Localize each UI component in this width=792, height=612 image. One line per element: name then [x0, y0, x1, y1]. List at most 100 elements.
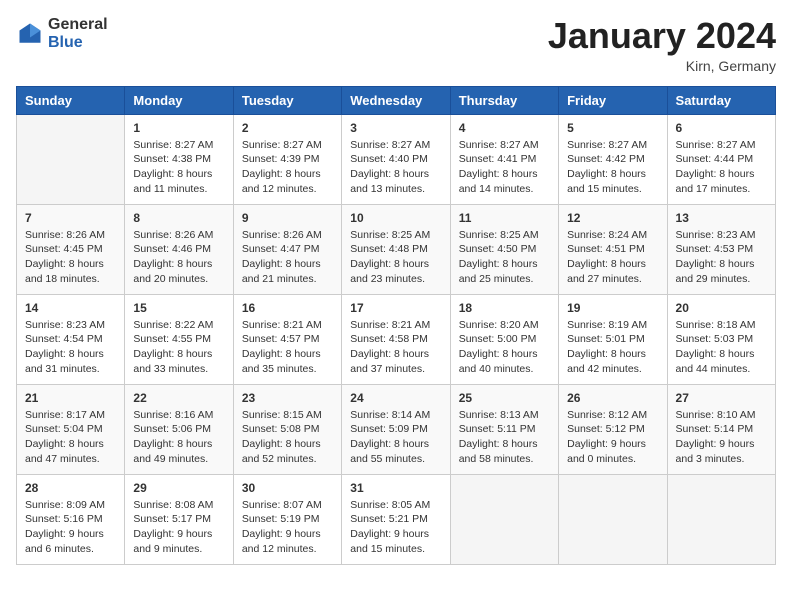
logo-blue: Blue: [48, 34, 83, 51]
day-info: Sunrise: 8:21 AMSunset: 4:58 PMDaylight:…: [350, 318, 441, 377]
weekday-header-row: SundayMondayTuesdayWednesdayThursdayFrid…: [17, 86, 776, 114]
day-info: Sunrise: 8:13 AMSunset: 5:11 PMDaylight:…: [459, 408, 550, 467]
day-number: 17: [350, 301, 441, 315]
month-year: January 2024: [548, 16, 776, 56]
day-info: Sunrise: 8:27 AMSunset: 4:44 PMDaylight:…: [676, 138, 767, 197]
day-number: 14: [25, 301, 116, 315]
day-number: 5: [567, 121, 658, 135]
calendar-cell: 27 Sunrise: 8:10 AMSunset: 5:14 PMDayligh…: [667, 384, 775, 474]
day-info: Sunrise: 8:16 AMSunset: 5:06 PMDaylight:…: [133, 408, 224, 467]
weekday-header-friday: Friday: [559, 86, 667, 114]
calendar-cell: 11 Sunrise: 8:25 AMSunset: 4:50 PMDayligh…: [450, 204, 558, 294]
day-info: Sunrise: 8:27 AMSunset: 4:39 PMDaylight:…: [242, 138, 333, 197]
day-info: Sunrise: 8:26 AMSunset: 4:45 PMDaylight:…: [25, 228, 116, 287]
day-number: 19: [567, 301, 658, 315]
day-info: Sunrise: 8:09 AMSunset: 5:16 PMDaylight:…: [25, 498, 116, 557]
day-info: Sunrise: 8:12 AMSunset: 5:12 PMDaylight:…: [567, 408, 658, 467]
calendar-cell: 14Sunrise: 8:23 AMSunset: 4:54 PMDayligh…: [17, 294, 125, 384]
day-number: 9: [242, 211, 333, 225]
day-number: 29: [133, 481, 224, 495]
calendar-cell: [450, 474, 558, 564]
calendar-cell: 13 Sunrise: 8:23 AMSunset: 4:53 PMDayligh…: [667, 204, 775, 294]
calendar-cell: 30Sunrise: 8:07 AMSunset: 5:19 PMDayligh…: [233, 474, 341, 564]
day-info: Sunrise: 8:14 AMSunset: 5:09 PMDaylight:…: [350, 408, 441, 467]
weekday-header-wednesday: Wednesday: [342, 86, 450, 114]
day-number: 11: [459, 211, 550, 225]
calendar-cell: 15Sunrise: 8:22 AMSunset: 4:55 PMDayligh…: [125, 294, 233, 384]
calendar-cell: 31Sunrise: 8:05 AMSunset: 5:21 PMDayligh…: [342, 474, 450, 564]
day-number: 26: [567, 391, 658, 405]
calendar-week-row: 1Sunrise: 8:27 AMSunset: 4:38 PMDaylight…: [17, 114, 776, 204]
day-number: 13: [676, 211, 767, 225]
weekday-header-monday: Monday: [125, 86, 233, 114]
weekday-header-sunday: Sunday: [17, 86, 125, 114]
calendar-cell: 5 Sunrise: 8:27 AMSunset: 4:42 PMDaylight…: [559, 114, 667, 204]
day-number: 27: [676, 391, 767, 405]
calendar-cell: 21Sunrise: 8:17 AMSunset: 5:04 PMDayligh…: [17, 384, 125, 474]
day-info: Sunrise: 8:08 AMSunset: 5:17 PMDaylight:…: [133, 498, 224, 557]
calendar-cell: [667, 474, 775, 564]
day-number: 25: [459, 391, 550, 405]
day-info: Sunrise: 8:23 AMSunset: 4:53 PMDaylight:…: [676, 228, 767, 287]
calendar-week-row: 21Sunrise: 8:17 AMSunset: 5:04 PMDayligh…: [17, 384, 776, 474]
day-number: 12: [567, 211, 658, 225]
day-info: Sunrise: 8:25 AMSunset: 4:48 PMDaylight:…: [350, 228, 441, 287]
calendar-cell: 18Sunrise: 8:20 AMSunset: 5:00 PMDayligh…: [450, 294, 558, 384]
calendar-table: SundayMondayTuesdayWednesdayThursdayFrid…: [16, 86, 776, 565]
calendar-week-row: 14Sunrise: 8:23 AMSunset: 4:54 PMDayligh…: [17, 294, 776, 384]
day-number: 7: [25, 211, 116, 225]
day-number: 16: [242, 301, 333, 315]
calendar-cell: 24 Sunrise: 8:14 AMSunset: 5:09 PMDayligh…: [342, 384, 450, 474]
day-number: 4: [459, 121, 550, 135]
calendar-cell: 6 Sunrise: 8:27 AMSunset: 4:44 PMDaylight…: [667, 114, 775, 204]
day-info: Sunrise: 8:15 AMSunset: 5:08 PMDaylight:…: [242, 408, 333, 467]
logo-general: General: [48, 16, 108, 33]
day-number: 20: [676, 301, 767, 315]
day-number: 2: [242, 121, 333, 135]
calendar-cell: 9Sunrise: 8:26 AMSunset: 4:47 PMDaylight…: [233, 204, 341, 294]
calendar-cell: 22 Sunrise: 8:16 AMSunset: 5:06 PMDayligh…: [125, 384, 233, 474]
calendar-week-row: 28 Sunrise: 8:09 AMSunset: 5:16 PMDayligh…: [17, 474, 776, 564]
day-number: 23: [242, 391, 333, 405]
calendar-week-row: 7 Sunrise: 8:26 AMSunset: 4:45 PMDaylight…: [17, 204, 776, 294]
day-number: 10: [350, 211, 441, 225]
calendar-cell: [559, 474, 667, 564]
day-number: 15: [133, 301, 224, 315]
weekday-header-saturday: Saturday: [667, 86, 775, 114]
calendar-cell: 4Sunrise: 8:27 AMSunset: 4:41 PMDaylight…: [450, 114, 558, 204]
day-number: 1: [133, 121, 224, 135]
location: Kirn, Germany: [548, 58, 776, 74]
day-number: 24: [350, 391, 441, 405]
day-number: 28: [25, 481, 116, 495]
day-info: Sunrise: 8:05 AMSunset: 5:21 PMDaylight:…: [350, 498, 441, 557]
day-number: 8: [133, 211, 224, 225]
day-info: Sunrise: 8:26 AMSunset: 4:46 PMDaylight:…: [133, 228, 224, 287]
weekday-header-tuesday: Tuesday: [233, 86, 341, 114]
day-info: Sunrise: 8:10 AMSunset: 5:14 PMDaylight:…: [676, 408, 767, 467]
calendar-cell: 20Sunrise: 8:18 AMSunset: 5:03 PMDayligh…: [667, 294, 775, 384]
calendar-cell: 17 Sunrise: 8:21 AMSunset: 4:58 PMDayligh…: [342, 294, 450, 384]
day-info: Sunrise: 8:25 AMSunset: 4:50 PMDaylight:…: [459, 228, 550, 287]
title-block: January 2024 Kirn, Germany: [548, 16, 776, 74]
calendar-cell: 26 Sunrise: 8:12 AMSunset: 5:12 PMDayligh…: [559, 384, 667, 474]
day-number: 6: [676, 121, 767, 135]
day-info: Sunrise: 8:07 AMSunset: 5:19 PMDaylight:…: [242, 498, 333, 557]
calendar-cell: 8 Sunrise: 8:26 AMSunset: 4:46 PMDaylight…: [125, 204, 233, 294]
day-info: Sunrise: 8:27 AMSunset: 4:42 PMDaylight:…: [567, 138, 658, 197]
calendar-cell: 28 Sunrise: 8:09 AMSunset: 5:16 PMDayligh…: [17, 474, 125, 564]
calendar-cell: 29 Sunrise: 8:08 AMSunset: 5:17 PMDayligh…: [125, 474, 233, 564]
day-number: 21: [25, 391, 116, 405]
logo-icon: [16, 20, 44, 48]
page-header: General Blue January 2024 Kirn, Germany: [16, 16, 776, 74]
calendar-cell: 23 Sunrise: 8:15 AMSunset: 5:08 PMDayligh…: [233, 384, 341, 474]
day-number: 22: [133, 391, 224, 405]
calendar-cell: [17, 114, 125, 204]
calendar-cell: 1Sunrise: 8:27 AMSunset: 4:38 PMDaylight…: [125, 114, 233, 204]
calendar-cell: 12Sunrise: 8:24 AMSunset: 4:51 PMDayligh…: [559, 204, 667, 294]
day-info: Sunrise: 8:19 AMSunset: 5:01 PMDaylight:…: [567, 318, 658, 377]
weekday-header-thursday: Thursday: [450, 86, 558, 114]
day-info: Sunrise: 8:27 AMSunset: 4:40 PMDaylight:…: [350, 138, 441, 197]
calendar-cell: 2 Sunrise: 8:27 AMSunset: 4:39 PMDaylight…: [233, 114, 341, 204]
logo: General Blue: [16, 16, 108, 51]
calendar-cell: 10 Sunrise: 8:25 AMSunset: 4:48 PMDayligh…: [342, 204, 450, 294]
